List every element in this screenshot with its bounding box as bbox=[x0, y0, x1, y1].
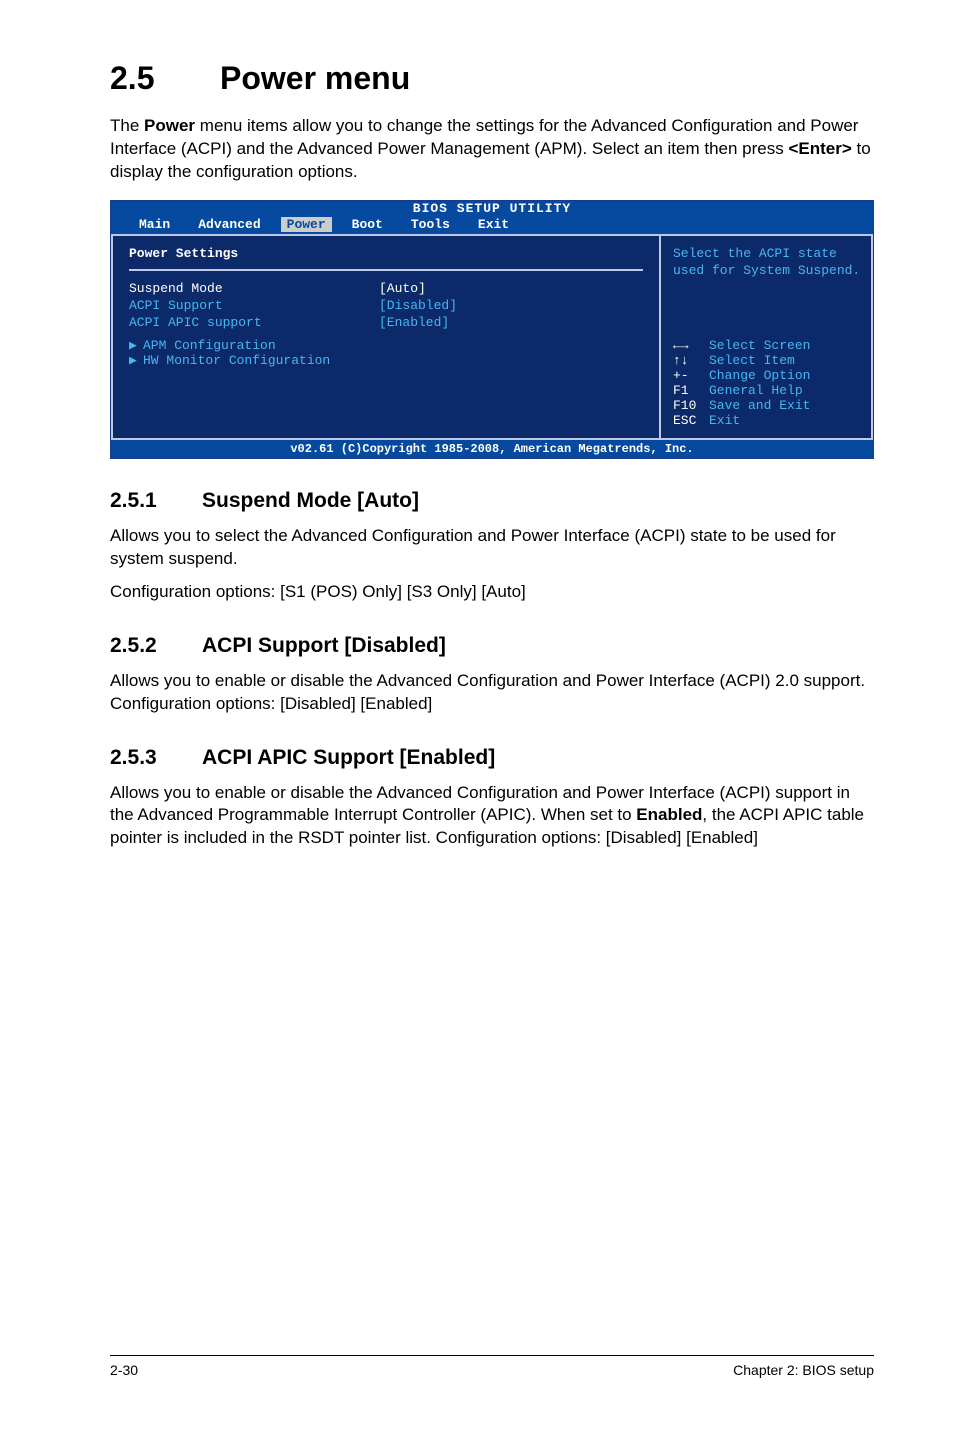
bios-screenshot: BIOS SETUP UTILITY Main Advanced Power B… bbox=[110, 200, 874, 459]
nav-key: ESC bbox=[673, 413, 709, 428]
submenu-apm-configuration: ▶APM Configuration bbox=[129, 338, 643, 353]
setting-suspend-mode: Suspend Mode [Auto] bbox=[129, 281, 643, 296]
body-paragraph: Allows you to enable or disable the Adva… bbox=[110, 782, 874, 851]
section-title-text: Power menu bbox=[220, 60, 410, 96]
subsection-heading: 2.5.3ACPI APIC Support [Enabled] bbox=[110, 746, 874, 770]
subsection-heading: 2.5.1Suspend Mode [Auto] bbox=[110, 489, 874, 513]
setting-label: ACPI APIC support bbox=[129, 315, 379, 330]
section-heading: 2.5Power menu bbox=[110, 60, 874, 97]
body-paragraph: Allows you to enable or disable the Adva… bbox=[110, 670, 874, 716]
chapter-label: Chapter 2: BIOS setup bbox=[733, 1362, 874, 1378]
nav-desc: General Help bbox=[709, 383, 803, 398]
intro-paragraph: The Power menu items allow you to change… bbox=[110, 115, 874, 184]
arrow-icon: ▶ bbox=[129, 353, 143, 368]
nav-key: F10 bbox=[673, 398, 709, 413]
setting-value: [Enabled] bbox=[379, 315, 449, 330]
setting-label: Suspend Mode bbox=[129, 281, 379, 296]
page-footer: 2-30 Chapter 2: BIOS setup bbox=[110, 1355, 874, 1378]
nav-key: ↑↓ bbox=[673, 353, 709, 368]
bios-help-text: Select the ACPI state used for System Su… bbox=[673, 246, 861, 280]
power-settings-title: Power Settings bbox=[129, 246, 643, 261]
page-number: 2-30 bbox=[110, 1362, 138, 1378]
nav-desc: Change Option bbox=[709, 368, 810, 383]
setting-acpi-support: ACPI Support [Disabled] bbox=[129, 298, 643, 313]
nav-key: +- bbox=[673, 368, 709, 383]
bios-tab-main: Main bbox=[125, 217, 184, 232]
nav-key: ←→ bbox=[673, 338, 709, 353]
setting-label: ACPI Support bbox=[129, 298, 379, 313]
divider bbox=[129, 269, 643, 271]
body-paragraph: Allows you to select the Advanced Config… bbox=[110, 525, 874, 571]
bios-nav-help: ←→Select Screen ↑↓Select Item +-Change O… bbox=[673, 338, 861, 428]
setting-acpi-apic-support: ACPI APIC support [Enabled] bbox=[129, 315, 643, 330]
bios-tab-boot: Boot bbox=[338, 217, 397, 232]
submenu-hw-monitor: ▶HW Monitor Configuration bbox=[129, 353, 643, 368]
bios-copyright-footer: v02.61 (C)Copyright 1985-2008, American … bbox=[111, 440, 873, 458]
setting-value: [Disabled] bbox=[379, 298, 457, 313]
nav-desc: Save and Exit bbox=[709, 398, 810, 413]
nav-key: F1 bbox=[673, 383, 709, 398]
bios-tab-bar: Main Advanced Power Boot Tools Exit bbox=[111, 217, 873, 234]
setting-value: [Auto] bbox=[379, 281, 426, 296]
subsection-heading: 2.5.2ACPI Support [Disabled] bbox=[110, 634, 874, 658]
nav-desc: Select Item bbox=[709, 353, 795, 368]
nav-desc: Exit bbox=[709, 413, 740, 428]
bios-left-pane: Power Settings Suspend Mode [Auto] ACPI … bbox=[113, 236, 661, 438]
bios-tab-advanced: Advanced bbox=[184, 217, 274, 232]
body-paragraph: Configuration options: [S1 (POS) Only] [… bbox=[110, 581, 874, 604]
bios-tab-exit: Exit bbox=[464, 217, 523, 232]
bios-tab-tools: Tools bbox=[397, 217, 464, 232]
bios-right-pane: Select the ACPI state used for System Su… bbox=[661, 236, 871, 438]
arrow-icon: ▶ bbox=[129, 338, 143, 353]
bios-tab-power: Power bbox=[281, 217, 332, 232]
section-number: 2.5 bbox=[110, 60, 220, 97]
nav-desc: Select Screen bbox=[709, 338, 810, 353]
bios-title: BIOS SETUP UTILITY bbox=[111, 201, 873, 217]
